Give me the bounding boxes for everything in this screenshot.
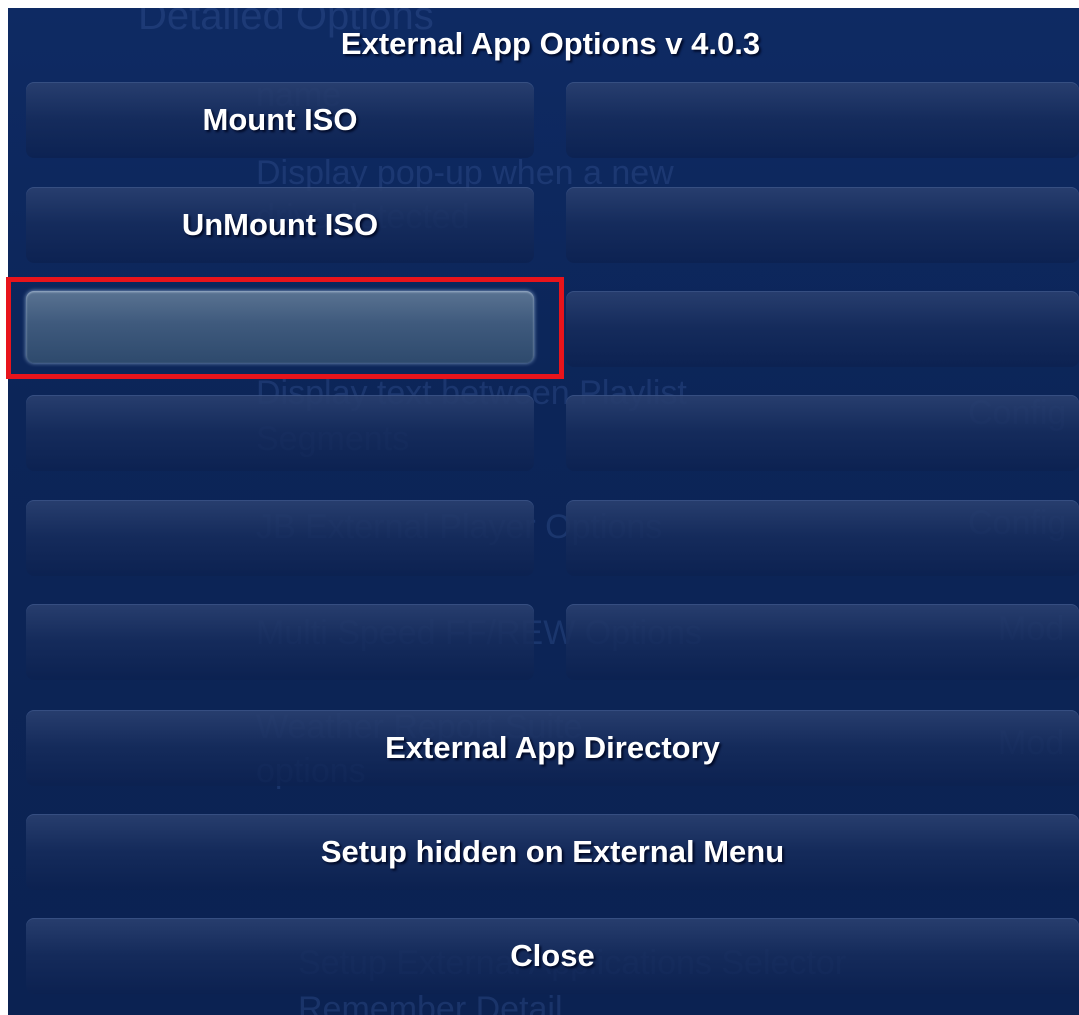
empty-slot-button[interactable] (566, 500, 1079, 576)
empty-slot-button[interactable] (566, 604, 1079, 680)
button-label: Setup hidden on External Menu (320, 834, 785, 869)
unmount-iso-button[interactable]: UnMount ISO (26, 187, 534, 263)
mount-iso-button[interactable]: Mount ISO (26, 82, 534, 158)
empty-slot-button[interactable] (26, 604, 534, 680)
button-label: Close (510, 938, 595, 973)
empty-slot-button[interactable] (566, 395, 1079, 471)
button-label: External App Directory (385, 730, 720, 765)
empty-slot-button[interactable] (566, 291, 1079, 367)
screen: Detailed Options name Display pop-up whe… (8, 8, 1079, 1015)
setup-hidden-button[interactable]: Setup hidden on External Menu (26, 814, 1079, 890)
empty-slot-button[interactable] (566, 82, 1079, 158)
external-app-directory-button[interactable]: External App Directory (26, 710, 1079, 786)
empty-slot-button[interactable] (566, 187, 1079, 263)
dialog-title: External App Options v 4.0.3 (340, 26, 761, 61)
empty-slot-button-focused[interactable] (26, 291, 534, 363)
button-label: UnMount ISO (181, 207, 379, 242)
button-label: Mount ISO (202, 102, 358, 137)
empty-slot-button[interactable] (26, 500, 534, 576)
empty-slot-button[interactable] (26, 395, 534, 471)
close-button[interactable]: Close (26, 918, 1079, 994)
